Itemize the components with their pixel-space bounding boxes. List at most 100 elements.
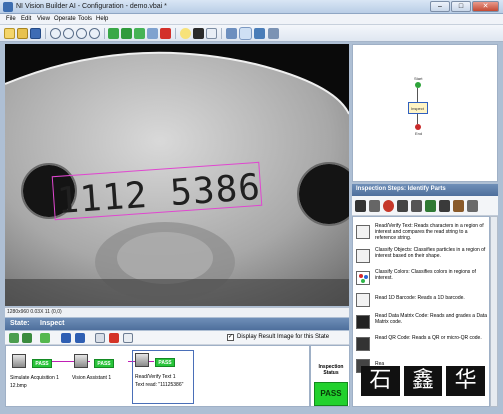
step-into-icon[interactable] xyxy=(147,28,158,39)
menu-file[interactable]: File xyxy=(6,16,16,22)
inspection-steps-title: Inspection Steps: Identify Parts xyxy=(356,186,446,192)
run-once-icon[interactable] xyxy=(108,28,119,39)
toolbar-separator xyxy=(104,28,105,39)
step-description: Classify Colors: Classifies colors in re… xyxy=(375,269,476,281)
save-icon[interactable] xyxy=(30,28,41,39)
display-result-label: Display Result Image for this State xyxy=(237,334,330,340)
zoom-out-icon[interactable] xyxy=(63,28,74,39)
step-category-toolbar xyxy=(352,196,498,216)
pause-icon[interactable] xyxy=(193,28,204,39)
delete-icon[interactable] xyxy=(109,333,119,343)
menu-help[interactable]: Help xyxy=(96,16,108,22)
maximize-button[interactable]: □ xyxy=(451,1,471,12)
start-label: Start xyxy=(414,76,423,81)
toolbar-separator xyxy=(45,28,46,39)
watermark-char: 鑫 xyxy=(403,366,443,396)
view-image-icon[interactable] xyxy=(226,28,237,39)
move-right-icon[interactable] xyxy=(75,333,85,343)
inspect-state-node[interactable]: Inspect xyxy=(408,102,428,114)
data-matrix-icon xyxy=(356,315,370,329)
inspection-steps-header: Inspection Steps: Identify Parts xyxy=(352,184,498,196)
vision-assistant-icon xyxy=(74,354,88,368)
step-description: Read 1D Barcode: Reads a 1D barcode. xyxy=(375,295,465,301)
step-name: Simulate Acquisition 1 xyxy=(10,375,59,381)
zoom-in-icon[interactable] xyxy=(50,28,61,39)
step-classify-objects-item[interactable]: Classify Objects: Classifies particles i… xyxy=(356,247,488,267)
stop-icon[interactable] xyxy=(160,28,171,39)
classify-objects-icon xyxy=(356,249,370,263)
image-info: 1280x960 0.03X 11 (0,0) xyxy=(7,309,62,315)
step-description: Read QR Code: Reads a QR or micro-QR cod… xyxy=(375,335,482,341)
lightbulb-icon[interactable] xyxy=(180,28,191,39)
barcode-icon xyxy=(356,293,370,307)
move-left-icon[interactable] xyxy=(61,333,71,343)
inspection-status-heading-line2: Status xyxy=(323,370,339,376)
app-icon xyxy=(3,2,13,12)
toolbar-separator xyxy=(175,28,176,39)
tools-icon[interactable] xyxy=(467,200,478,212)
ocr-icon xyxy=(135,353,149,367)
main-toolbar xyxy=(0,25,503,42)
step-classify-colors-item[interactable]: Classify Colors: Classifies colors in re… xyxy=(356,269,488,289)
run-step-icon[interactable] xyxy=(40,333,50,343)
step-read-verify-text[interactable]: PASS Read/Verify Text 1 Text read: "1112… xyxy=(132,350,194,404)
step-read-data-matrix-item[interactable]: Read Data Matrix Code: Reads and grades … xyxy=(356,313,488,333)
steps-list-scrollbar[interactable] xyxy=(490,216,498,407)
inspection-steps-strip: PASS Simulate Acquisition 1 12.bmp PASS … xyxy=(5,345,310,407)
inspect-state-label: Inspect xyxy=(411,106,424,111)
step-icon[interactable] xyxy=(134,28,145,39)
step-detail: 12.bmp xyxy=(10,383,27,389)
menu-bar: File Edit View Operate Tools Help xyxy=(0,14,503,25)
window-title: NI Vision Builder AI - Configuration - d… xyxy=(16,3,167,10)
display-result-checkbox[interactable]: ✓ xyxy=(227,334,234,341)
image-status-bar: 1280x960 0.03X 11 (0,0) xyxy=(5,307,349,317)
watermark-char: 华 xyxy=(446,366,486,396)
view-results-icon[interactable] xyxy=(254,28,265,39)
add-transition-icon[interactable] xyxy=(22,333,32,343)
read-verify-text-icon xyxy=(356,225,370,239)
step-simulate-acquisition[interactable]: PASS Simulate Acquisition 1 12.bmp xyxy=(10,352,70,402)
open-folder-icon[interactable] xyxy=(17,28,28,39)
menu-edit[interactable]: Edit xyxy=(21,16,31,22)
inspection-status-panel: Inspection Status PASS xyxy=(310,345,350,407)
acquire-images-icon[interactable] xyxy=(355,200,366,212)
step-read-1d-barcode-item[interactable]: Read 1D Barcode: Reads a 1D barcode. xyxy=(356,291,488,309)
close-button[interactable]: ✕ xyxy=(472,1,499,12)
properties-icon[interactable] xyxy=(95,333,105,343)
end-label: End xyxy=(415,131,423,136)
step-name: Read/Verify Text 1 xyxy=(135,374,176,380)
document-icon[interactable] xyxy=(206,28,217,39)
communicate-icon[interactable] xyxy=(453,200,464,212)
measure-features-icon[interactable] xyxy=(397,200,408,212)
check-presence-icon[interactable] xyxy=(411,200,422,212)
locate-features-icon[interactable] xyxy=(383,200,394,212)
run-continuous-icon[interactable] xyxy=(121,28,132,39)
end-node[interactable] xyxy=(415,124,421,130)
step-read-verify-text-item[interactable]: Read/Verify Text: Reads characters in a … xyxy=(356,223,488,249)
step-read-qr-code-item[interactable]: Read QR Code: Reads a QR or micro-QR cod… xyxy=(356,335,488,355)
new-icon[interactable] xyxy=(4,28,15,39)
view-split-icon[interactable] xyxy=(239,27,252,40)
enhance-images-icon[interactable] xyxy=(369,200,380,212)
identify-parts-icon[interactable] xyxy=(425,200,436,212)
start-node[interactable] xyxy=(415,82,421,88)
classify-colors-icon xyxy=(356,271,370,285)
step-description: Read/Verify Text: Reads characters in a … xyxy=(375,223,484,241)
minimize-button[interactable]: – xyxy=(430,1,450,12)
zoom-fit-icon[interactable] xyxy=(76,28,87,39)
use-additional-tools-icon[interactable] xyxy=(439,200,450,212)
step-vision-assistant[interactable]: PASS Vision Assistant 1 xyxy=(72,352,132,402)
state-bar: State: Inspect xyxy=(5,318,349,330)
step-status-badge: PASS xyxy=(32,359,52,368)
menu-tools[interactable]: Tools xyxy=(78,16,92,22)
step-description: Read Data Matrix Code: Reads and grades … xyxy=(375,313,488,325)
copy-icon[interactable] xyxy=(123,333,133,343)
flow-arrow xyxy=(417,114,418,124)
view-flow-icon[interactable] xyxy=(268,28,279,39)
menu-operate[interactable]: Operate xyxy=(54,16,76,22)
watermark-char: 石 xyxy=(361,366,400,396)
image-display[interactable]: 1112 5386 xyxy=(5,44,349,306)
zoom-actual-icon[interactable] xyxy=(89,28,100,39)
menu-view[interactable]: View xyxy=(37,16,50,22)
add-step-icon[interactable] xyxy=(9,333,19,343)
